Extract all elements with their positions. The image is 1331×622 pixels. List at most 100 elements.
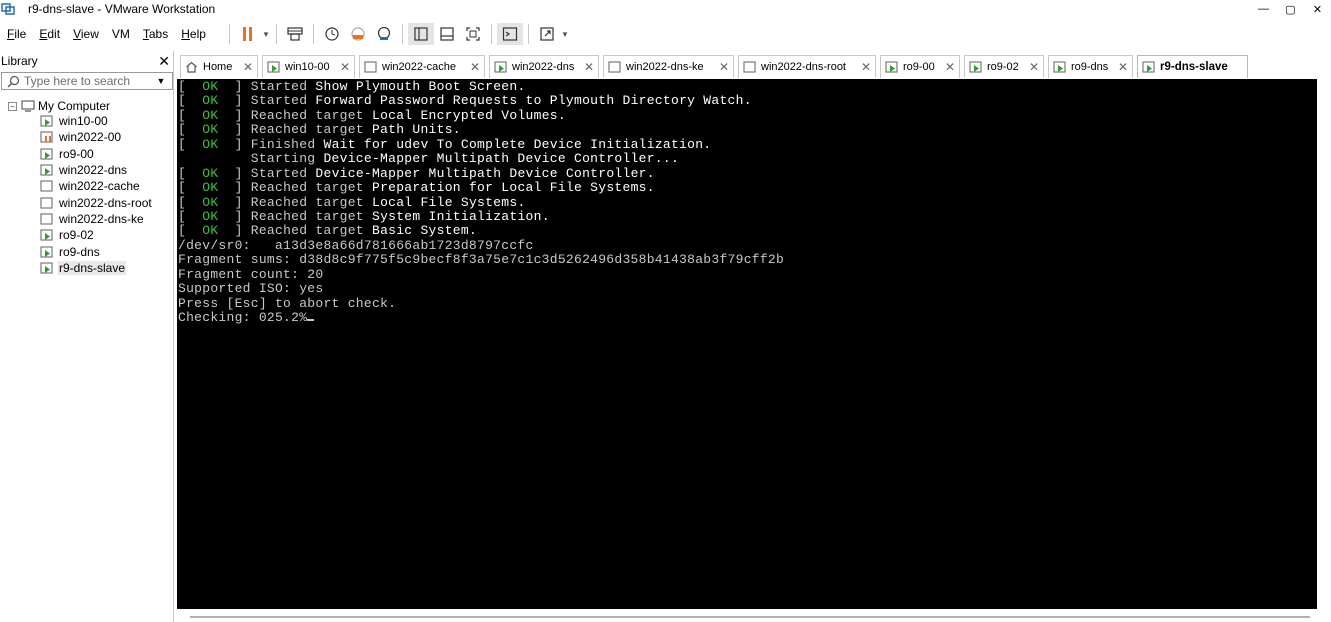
console-line: Supported ISO: yes xyxy=(178,281,1317,296)
menu-edit[interactable]: Edit xyxy=(39,27,60,41)
close-tab-icon[interactable]: ✕ xyxy=(243,60,253,74)
search-dropdown-chevron-icon[interactable]: ▼ xyxy=(152,73,170,89)
library-header: Library ✕ xyxy=(0,51,173,71)
console-line: [ OK ] Reached target Local Encrypted Vo… xyxy=(178,108,1317,123)
close-tab-icon[interactable]: ✕ xyxy=(945,60,955,74)
tree-root-my-computer[interactable]: − My Computer xyxy=(0,99,172,113)
stretch-dropdown-chevron-icon[interactable]: ▼ xyxy=(560,23,570,45)
close-tab-icon[interactable]: ✕ xyxy=(584,60,594,74)
status-bracket-open: [ xyxy=(178,194,203,210)
tab-label: ro9-02 xyxy=(987,61,1019,73)
console-message: Show Plymouth Boot Screen. xyxy=(315,79,526,94)
console-verb: Reached target xyxy=(250,180,372,196)
library-vm-win10-00[interactable]: win10-00 xyxy=(0,113,172,129)
full-screen-icon[interactable] xyxy=(460,23,486,45)
status-bracket-close: ] xyxy=(218,93,251,109)
console-verb: Started xyxy=(250,93,316,109)
menu-tabs[interactable]: Tabs xyxy=(143,27,168,41)
menu-label-rest: ile xyxy=(14,27,27,41)
library-vm-win2022-cache[interactable]: win2022-cache xyxy=(0,178,172,194)
menu-vm[interactable]: VM xyxy=(112,27,130,41)
maximize-button[interactable]: ▢ xyxy=(1277,0,1304,18)
status-ok: OK xyxy=(202,165,219,181)
console-text: Fragment count: 20 xyxy=(178,266,324,282)
status-bracket-close: ] xyxy=(218,136,251,152)
console-line: [ OK ] Reached target Preparation for Lo… xyxy=(178,180,1317,196)
status-ok: OK xyxy=(202,223,219,239)
library-vm-win2022-dns-ke[interactable]: win2022-dns-ke xyxy=(0,211,172,227)
vm-running-icon xyxy=(885,61,898,73)
pause-icon[interactable] xyxy=(235,23,261,45)
library-vm-win2022-00[interactable]: win2022-00 xyxy=(0,129,172,145)
status-bracket-open: [ xyxy=(178,223,203,239)
library-vm-ro9-00[interactable]: ro9-00 xyxy=(0,146,172,162)
tab-win10-00[interactable]: win10-00 ✕ xyxy=(262,55,355,78)
show-library-icon[interactable] xyxy=(407,23,434,45)
scrollbar-track[interactable] xyxy=(190,616,1310,618)
tab-label: win10-00 xyxy=(285,61,330,73)
close-window-button[interactable]: ✕ xyxy=(1304,0,1331,18)
menu-mnemonic: V xyxy=(73,27,81,41)
library-vm-ro9-dns[interactable]: ro9-dns xyxy=(0,243,172,259)
tab-home[interactable]: Home ✕ xyxy=(180,55,258,78)
tab-win2022-dns-root[interactable]: win2022-dns-root ✕ xyxy=(738,55,876,78)
close-tab-icon[interactable]: ✕ xyxy=(719,60,729,74)
tab-ro9-02[interactable]: ro9-02 ✕ xyxy=(964,55,1044,78)
close-tab-icon[interactable]: ✕ xyxy=(861,60,871,74)
tab-ro9-00[interactable]: ro9-00 ✕ xyxy=(880,55,960,78)
vm-off-icon xyxy=(743,61,756,73)
snapshot-icon[interactable] xyxy=(319,23,345,45)
tab-ro9-dns[interactable]: ro9-dns ✕ xyxy=(1048,55,1133,78)
menu-view[interactable]: View xyxy=(73,27,99,41)
library-vm-win2022-dns[interactable]: win2022-dns xyxy=(0,162,172,178)
status-ok: OK xyxy=(202,122,219,138)
close-tab-icon[interactable]: ✕ xyxy=(1029,60,1039,74)
revert-snapshot-icon[interactable] xyxy=(345,23,371,45)
menu-file[interactable]: File xyxy=(7,27,26,41)
collapse-toggle-icon[interactable]: − xyxy=(8,101,17,111)
vm-label: ro9-dns xyxy=(59,244,100,259)
console-text: /dev/sr0: a13d3e8a66d781666ab1723d8797cc… xyxy=(178,237,534,253)
library-vm-win2022-dns-root[interactable]: win2022-dns-root xyxy=(0,194,172,210)
status-bracket-open xyxy=(178,151,251,166)
menu-help[interactable]: Help xyxy=(181,27,206,41)
console-message: Device-Mapper Multipath Device Controlle… xyxy=(323,151,680,167)
library-search-input[interactable] xyxy=(24,73,152,89)
toolbar: ▼ ▼ xyxy=(224,22,570,46)
tab-r9-dns-slave[interactable]: r9-dns-slave xyxy=(1137,55,1248,78)
snapshot-manager-icon[interactable] xyxy=(371,23,397,45)
vm-label: win2022-00 xyxy=(59,130,122,145)
status-bracket-open: [ xyxy=(178,180,203,196)
tab-label: win2022-cache xyxy=(382,61,456,73)
console-text: Checking: 025.2% xyxy=(178,310,308,325)
library-vm-ro9-02[interactable]: ro9-02 xyxy=(0,227,172,243)
minimize-button[interactable]: — xyxy=(1250,0,1277,18)
pause-dropdown-chevron-icon[interactable]: ▼ xyxy=(261,23,271,45)
console-line: /dev/sr0: a13d3e8a66d781666ab1723d8797cc… xyxy=(178,237,1317,253)
close-tab-icon[interactable]: ✕ xyxy=(340,60,350,74)
tab-win2022-dns[interactable]: win2022-dns ✕ xyxy=(489,55,599,78)
stretch-guest-icon[interactable] xyxy=(534,23,560,45)
close-tab-icon[interactable]: ✕ xyxy=(470,60,480,74)
close-tab-icon[interactable]: ✕ xyxy=(1118,60,1128,74)
horizontal-scrollbar[interactable] xyxy=(177,611,1331,622)
console-message: Local File Systems. xyxy=(371,194,526,210)
menu-mnemonic: H xyxy=(181,27,190,41)
console-view-icon[interactable] xyxy=(496,23,523,45)
vm-console-screen[interactable]: [ OK ] Started Show Plymouth Boot Screen… xyxy=(177,79,1317,609)
vm-running-icon xyxy=(40,115,53,127)
console-line: [ OK ] Finished Wait for udev To Complet… xyxy=(178,136,1317,152)
menu-label-rest: abs xyxy=(148,27,169,41)
console-line: [ OK ] Reached target Path Units. xyxy=(178,123,1317,137)
tab-win2022-dns-ke[interactable]: win2022-dns-ke ✕ xyxy=(603,55,734,78)
thumbnail-bar-icon[interactable] xyxy=(434,23,460,45)
console-line: Fragment sums: d38d8c9f775f5c9becf8f3a75… xyxy=(178,253,1317,267)
console-line: [ OK ] Started Device-Mapper Multipath D… xyxy=(178,165,1317,181)
console-line: [ OK ] Reached target Basic System. xyxy=(178,224,1317,238)
console-line: [ OK ] Started Forward Password Requests… xyxy=(178,94,1317,108)
send-ctrl-alt-del-icon[interactable] xyxy=(282,23,308,45)
tab-bar: Home ✕ win10-00 ✕ win2022-cache ✕ win2022-dns ✕… xyxy=(180,54,1331,78)
close-library-button[interactable]: ✕ xyxy=(158,54,170,68)
tab-win2022-cache[interactable]: win2022-cache ✕ xyxy=(359,55,485,78)
library-vm-r9-dns-slave[interactable]: r9-dns-slave xyxy=(0,260,172,276)
